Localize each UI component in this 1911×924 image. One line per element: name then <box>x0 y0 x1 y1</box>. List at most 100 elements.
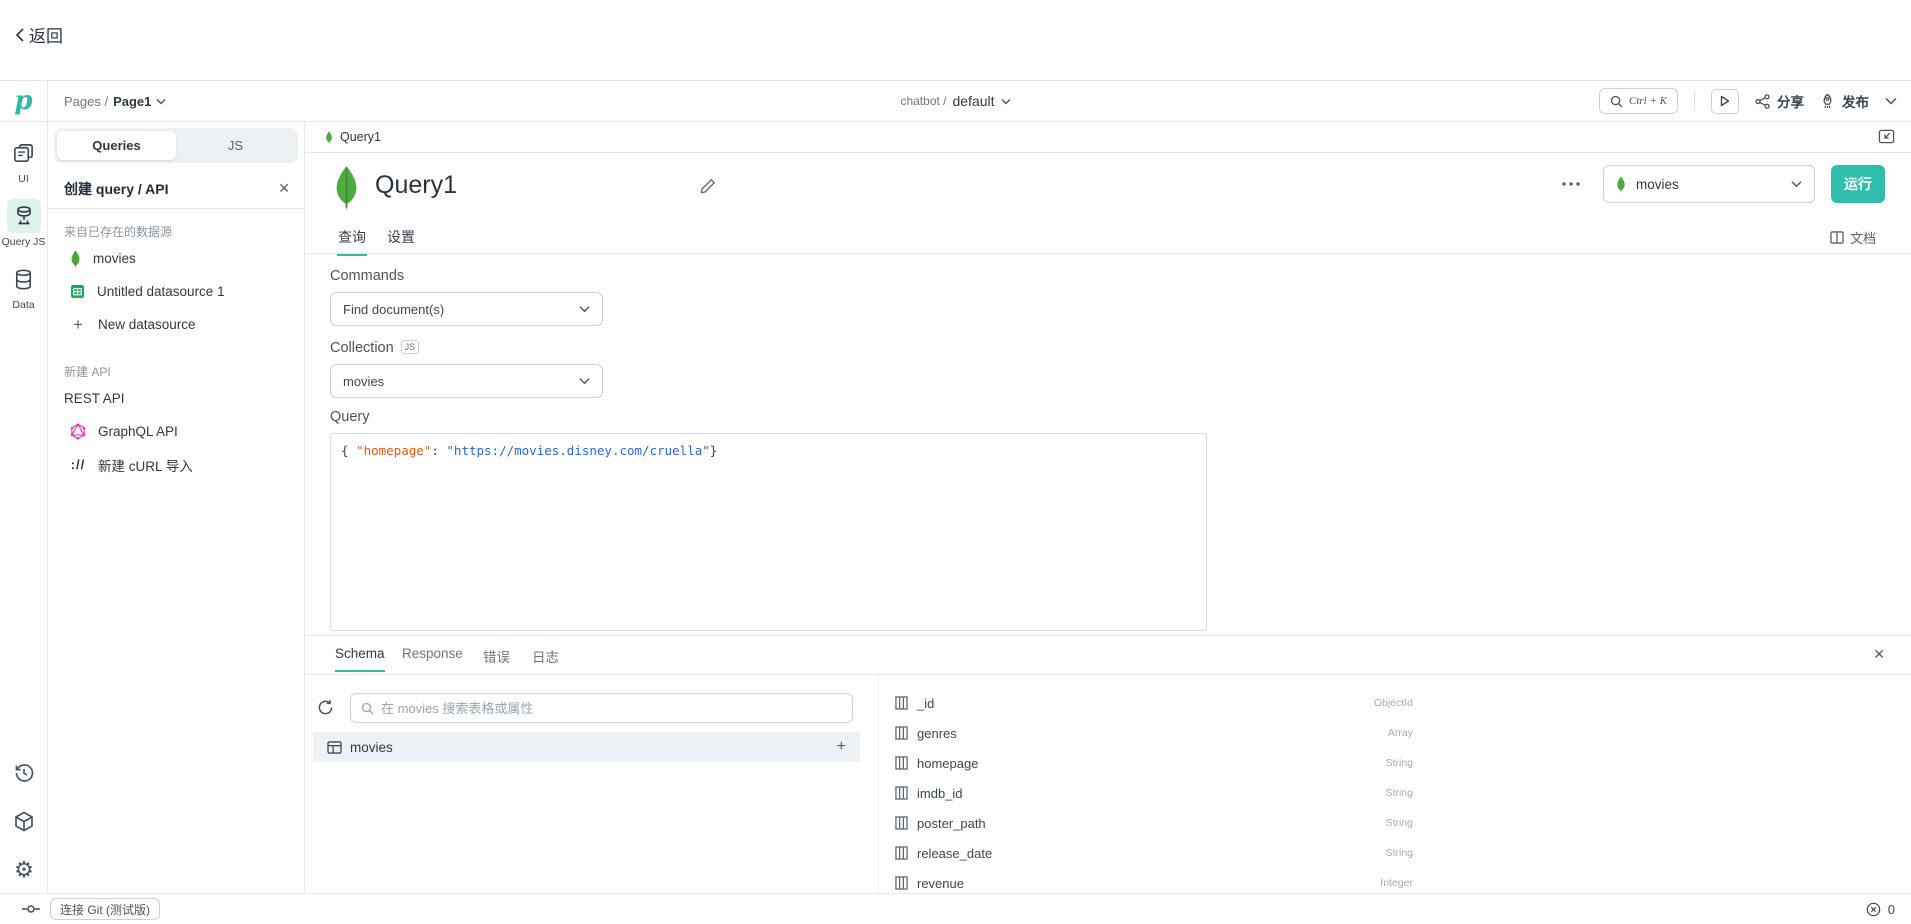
queries-panel: Queries JS 创建 query / API ✕ 来自已存在的数据源 mo… <box>48 122 305 893</box>
publish-button[interactable]: 发布 <box>1820 91 1869 111</box>
close-icon[interactable]: ✕ <box>278 180 290 197</box>
collapse-panel-icon[interactable] <box>1878 128 1895 145</box>
field-name: poster_path <box>917 816 986 831</box>
curl-import-item[interactable]: :// 新建 cURL 导入 <box>48 448 304 481</box>
field-type: Integer <box>1380 877 1413 889</box>
nav-item-data[interactable]: Data <box>0 262 47 311</box>
tab-logs[interactable]: 日志 <box>532 646 559 666</box>
share-button[interactable]: 分享 <box>1755 91 1804 111</box>
app-env-switcher[interactable]: chatbot / default <box>900 81 1010 121</box>
status-bar: 连接 Git (测试版) 0 <box>0 893 1911 923</box>
breadcrumb[interactable]: Pages / Page1 <box>64 81 166 121</box>
edit-pencil-icon[interactable] <box>700 178 716 194</box>
app-logo[interactable]: p <box>0 81 48 121</box>
history-icon[interactable] <box>12 761 36 785</box>
query-editor: Query1 Query1 movies 运行 查询 设置 文档 Command… <box>305 122 1911 893</box>
tab-js[interactable]: JS <box>176 131 295 160</box>
chevron-down-icon <box>579 377 590 385</box>
query-code-editor[interactable]: { "homepage": "https://movies.disney.com… <box>330 433 1207 631</box>
commands-select[interactable]: Find document(s) <box>330 292 603 326</box>
search-shortcut: Ctrl + K <box>1629 95 1667 107</box>
breadcrumb-page: Page1 <box>113 94 151 109</box>
field-type: ObjectId <box>1374 697 1413 709</box>
global-search[interactable]: Ctrl + K <box>1599 88 1678 114</box>
datasource-select[interactable]: movies <box>1603 165 1815 203</box>
play-icon <box>1720 95 1730 107</box>
table-icon <box>327 741 342 754</box>
tab-schema[interactable]: Schema <box>335 646 385 661</box>
query-database-icon <box>12 204 36 228</box>
run-button[interactable]: 运行 <box>1831 165 1885 203</box>
column-icon <box>895 756 908 770</box>
field-type: String <box>1386 787 1413 799</box>
commands-value: Find document(s) <box>343 302 444 317</box>
docs-label: 文档 <box>1850 228 1876 247</box>
datasource-item-movies[interactable]: movies <box>48 242 304 275</box>
settings-gear-icon[interactable]: ⚙ <box>14 859 34 881</box>
error-counter[interactable]: 0 <box>1866 894 1895 924</box>
schema-search[interactable] <box>350 693 853 723</box>
open-query-tab[interactable]: Query1 <box>305 122 401 152</box>
tab-queries[interactable]: Queries <box>57 131 176 160</box>
curl-icon: :// <box>70 457 86 472</box>
column-icon <box>895 816 908 830</box>
field-row[interactable]: release_date String <box>895 838 1413 868</box>
refresh-icon[interactable] <box>317 699 334 716</box>
schema-table-row[interactable]: movies + <box>313 732 860 762</box>
schema-table-name: movies <box>350 740 393 755</box>
datasource-item-untitled[interactable]: Untitled datasource 1 <box>48 275 304 308</box>
new-datasource-button[interactable]: + New datasource <box>48 308 304 341</box>
app-name: chatbot / <box>900 94 946 108</box>
tab-errors[interactable]: 错误 <box>483 646 510 666</box>
code-token: } <box>710 443 718 458</box>
pages-icon <box>12 142 35 165</box>
collection-label: CollectionJS <box>330 340 419 356</box>
query-title: Query1 <box>375 171 457 200</box>
add-icon[interactable]: + <box>837 738 846 756</box>
docs-link[interactable]: 文档 <box>1830 228 1876 247</box>
back-button[interactable]: 返回 <box>14 22 63 47</box>
rest-api-label: REST API <box>64 391 125 406</box>
field-row[interactable]: poster_path String <box>895 808 1413 838</box>
collection-select[interactable]: movies <box>330 364 603 398</box>
field-type: String <box>1386 817 1413 829</box>
field-row[interactable]: imdb_id String <box>895 778 1413 808</box>
graphql-api-label: GraphQL API <box>98 424 178 439</box>
chevron-down-icon[interactable] <box>1885 97 1897 105</box>
nav-item-query-js[interactable]: Query JS <box>0 199 47 248</box>
schema-search-input[interactable] <box>381 701 842 716</box>
field-row[interactable]: homepage String <box>895 748 1413 778</box>
package-cube-icon[interactable] <box>12 810 36 834</box>
nav-label-ui: UI <box>18 173 29 185</box>
breadcrumb-prefix: Pages / <box>64 94 108 109</box>
code-token: { <box>341 443 356 458</box>
code-token: : <box>431 443 446 458</box>
field-row[interactable]: _id ObjectId <box>895 688 1413 718</box>
close-icon[interactable]: ✕ <box>1873 646 1885 663</box>
preview-button[interactable] <box>1711 89 1739 114</box>
commands-label: Commands <box>330 268 404 284</box>
error-count: 0 <box>1888 902 1895 917</box>
column-icon <box>895 786 908 800</box>
graphql-api-item[interactable]: GraphQL API <box>48 415 304 448</box>
tab-response[interactable]: Response <box>402 646 463 661</box>
rest-api-item[interactable]: REST API <box>48 382 304 415</box>
field-row[interactable]: genres Array <box>895 718 1413 748</box>
nav-item-ui[interactable]: UI <box>0 136 47 185</box>
connect-git-button[interactable]: 连接 Git (测试版) <box>50 898 160 920</box>
divider <box>878 675 879 894</box>
mongodb-leaf-icon <box>70 250 81 268</box>
more-options-icon[interactable] <box>1561 181 1581 187</box>
field-name: release_date <box>917 846 992 861</box>
field-type: String <box>1386 757 1413 769</box>
field-row[interactable]: revenue Integer <box>895 868 1413 894</box>
chevron-down-icon <box>1791 180 1802 188</box>
tab-query[interactable]: 查询 <box>338 227 366 247</box>
docs-icon <box>1830 231 1844 244</box>
rocket-icon <box>1820 93 1835 109</box>
nav-label-query-js: Query JS <box>2 236 46 248</box>
tab-settings[interactable]: 设置 <box>387 227 415 247</box>
field-type: String <box>1386 847 1413 859</box>
database-icon <box>12 268 35 291</box>
field-name: homepage <box>917 756 978 771</box>
